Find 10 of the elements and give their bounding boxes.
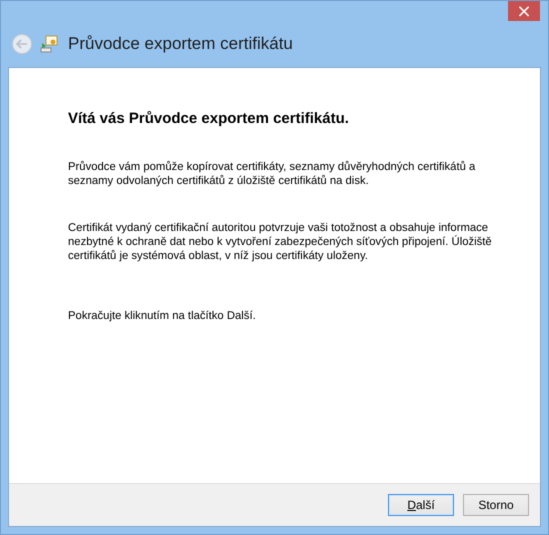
wizard-heading: Vítá vás Průvodce exportem certifikátu. (68, 110, 350, 127)
close-button[interactable]: × (508, 1, 540, 21)
description-text: Pokračujte kliknutím na tlačítko Další. (68, 309, 257, 323)
window-title: Průvodce exportem certifikátu (68, 34, 293, 54)
back-arrow-icon (16, 39, 28, 49)
cancel-button[interactable]: Storno (463, 494, 529, 516)
certificate-icon (40, 35, 58, 53)
description-text: Certifikát vydaný certifikační autoritou potvrzuje vaši totožnost a obsahuje informace nezbytné k ochraně dat nebo k vytvoření zabezpečených síťových připojení. Úložiště certifikátů je systémová oblast, v níž jsou certifikáty uloženy. (68, 221, 493, 263)
next-button[interactable]: Další (388, 494, 454, 516)
description-text: Průvodce vám pomůže kopírovat certifikáty, seznamy důvěryhodných certifikátů a seznamy odvolaných certifikátů z úložiště certifikátů na disk. (68, 160, 476, 188)
